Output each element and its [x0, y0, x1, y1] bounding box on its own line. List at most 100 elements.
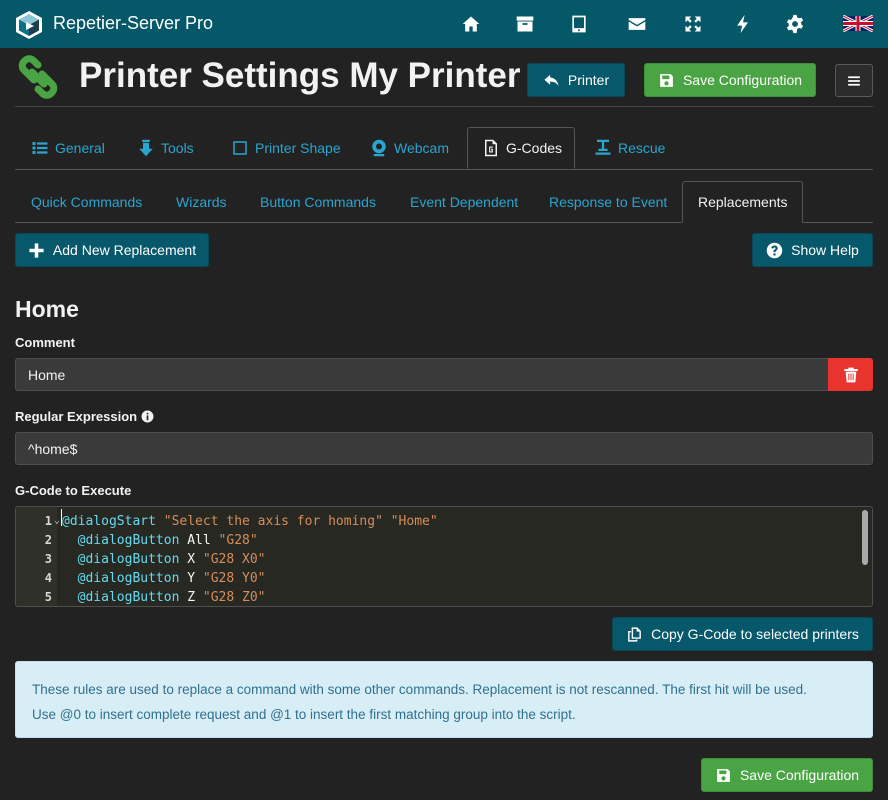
- tab-printer-shape-label: Printer Shape: [255, 140, 341, 156]
- delete-replacement-button[interactable]: [828, 358, 873, 391]
- line-number: 5: [44, 590, 52, 604]
- bolt-icon[interactable]: [732, 13, 754, 35]
- code-token: @dialogButton: [77, 552, 180, 567]
- subtab-wizards[interactable]: Wizards: [161, 181, 242, 223]
- code-token: Z: [179, 590, 203, 605]
- line-number: 3: [44, 552, 52, 566]
- code-token: "G28 Y0": [202, 571, 266, 586]
- question-circle-icon: [766, 242, 783, 258]
- reply-icon: [544, 74, 559, 86]
- subtab-replacements[interactable]: Replacements: [682, 181, 803, 223]
- code-line: @dialogButton Z "G28 Z0": [62, 588, 266, 606]
- tab-webcam-label: Webcam: [394, 140, 449, 156]
- line-number: 1: [44, 514, 52, 528]
- app-title[interactable]: Repetier-Server Pro: [53, 13, 213, 34]
- code-token: "Home": [390, 514, 438, 529]
- tab-rescue-label: Rescue: [618, 140, 666, 156]
- save-configuration-bottom-button[interactable]: Save Configuration: [701, 758, 873, 792]
- gcode-editor[interactable]: 1 2 3 4 5 ⌄ @dialogStart "Select the axis fo…: [15, 506, 873, 607]
- webcam-icon: [372, 139, 386, 157]
- add-replacement-label: Add New Replacement: [52, 242, 197, 258]
- tab-general[interactable]: General: [17, 127, 119, 169]
- plus-icon: [29, 242, 44, 258]
- code-token: X: [179, 552, 203, 567]
- tab-webcam[interactable]: Webcam: [356, 127, 463, 169]
- show-help-label: Show Help: [791, 242, 859, 258]
- repetier-logo-icon[interactable]: [14, 10, 44, 40]
- copy-gcode-button[interactable]: Copy G-Code to selected printers: [612, 617, 873, 651]
- trash-icon: [843, 367, 858, 382]
- fold-arrow-icon[interactable]: ⌄: [54, 515, 60, 526]
- save-configuration-button[interactable]: Save Configuration: [644, 63, 816, 97]
- uk-flag-icon[interactable]: [843, 15, 873, 32]
- code-token: @dialogButton: [77, 571, 180, 586]
- replacement-heading: Home: [15, 296, 79, 322]
- comment-label: Comment: [15, 335, 75, 350]
- line-number: 4: [44, 571, 52, 585]
- tab-rescue[interactable]: Rescue: [580, 127, 679, 169]
- regular-expression-input[interactable]: ^home$: [15, 432, 873, 465]
- envelope-icon[interactable]: [626, 13, 648, 35]
- show-help-button[interactable]: Show Help: [752, 233, 873, 267]
- back-to-printer-button[interactable]: Printer: [527, 63, 625, 97]
- editor-scrollbar[interactable]: [862, 510, 868, 565]
- add-new-replacement-button[interactable]: Add New Replacement: [15, 233, 209, 267]
- code-line: @dialogButton Y "G28 Y0": [62, 569, 266, 588]
- code-token: @dialogStart: [62, 514, 156, 529]
- code-token: @dialogButton: [77, 590, 180, 605]
- code-token: Y: [179, 571, 203, 586]
- gear-icon[interactable]: [784, 13, 806, 35]
- rescue-icon: [595, 139, 611, 155]
- code-token: "Select the axis for homing": [163, 514, 383, 529]
- info-circle-icon[interactable]: [141, 410, 154, 423]
- expand-icon[interactable]: [682, 13, 704, 35]
- comment-input[interactable]: Home: [15, 358, 829, 391]
- copy-gcode-label: Copy G-Code to selected printers: [651, 626, 859, 642]
- tab-general-label: General: [55, 140, 105, 156]
- top-navbar: Repetier-Server Pro: [0, 0, 888, 48]
- tab-printer-shape[interactable]: Printer Shape: [217, 127, 355, 169]
- gcode-label-text: G-Code to Execute: [15, 483, 132, 498]
- subtab-event-dependent[interactable]: Event Dependent: [395, 181, 533, 223]
- subtab-button-commands[interactable]: Button Commands: [245, 181, 391, 223]
- info-line-2: Use @0 to insert complete request and @1…: [32, 707, 576, 722]
- page-title: Printer Settings My Printer: [79, 56, 521, 95]
- archive-icon[interactable]: [514, 13, 536, 35]
- home-icon[interactable]: [460, 13, 482, 35]
- hamburger-icon: [848, 75, 860, 86]
- code-token: "G28 X0": [202, 552, 266, 567]
- replacement-info-alert: These rules are used to replace a comman…: [15, 661, 873, 738]
- gcode-file-icon: [485, 139, 497, 157]
- copy-icon: [628, 626, 641, 642]
- tab-g-codes-label: G-Codes: [506, 140, 563, 156]
- floppy-disk-icon: [660, 73, 673, 87]
- info-line-1: These rules are used to replace a comman…: [32, 682, 807, 697]
- tablet-icon[interactable]: [568, 13, 590, 35]
- square-icon: [233, 141, 247, 155]
- regex-label-text: Regular Expression: [15, 409, 138, 424]
- title-divider: [15, 106, 873, 107]
- code-line: @dialogStart "Select the axis for homing…: [62, 512, 438, 531]
- tab-tools[interactable]: Tools: [123, 127, 208, 169]
- code-line: @dialogButton X "G28 X0": [62, 550, 266, 569]
- menu-toggle-button[interactable]: [835, 64, 873, 97]
- subtab-response-to-event[interactable]: Response to Event: [534, 181, 682, 223]
- arrow-down-icon: [139, 139, 153, 157]
- printer-button-label: Printer: [567, 72, 610, 88]
- code-line: @dialogButton All "G28": [62, 531, 258, 550]
- code-token: @dialogButton: [77, 533, 180, 548]
- chain-link-icon: [18, 55, 58, 99]
- tab-g-codes[interactable]: G-Codes: [467, 127, 575, 169]
- comment-label-text: Comment: [15, 335, 75, 350]
- regex-label: Regular Expression: [15, 409, 154, 424]
- code-token: All: [179, 533, 219, 548]
- subtab-quick-commands[interactable]: Quick Commands: [16, 181, 157, 223]
- floppy-disk-icon: [717, 768, 730, 782]
- tab-tools-label: Tools: [161, 140, 194, 156]
- list-icon: [32, 142, 48, 154]
- line-number: 2: [44, 533, 52, 547]
